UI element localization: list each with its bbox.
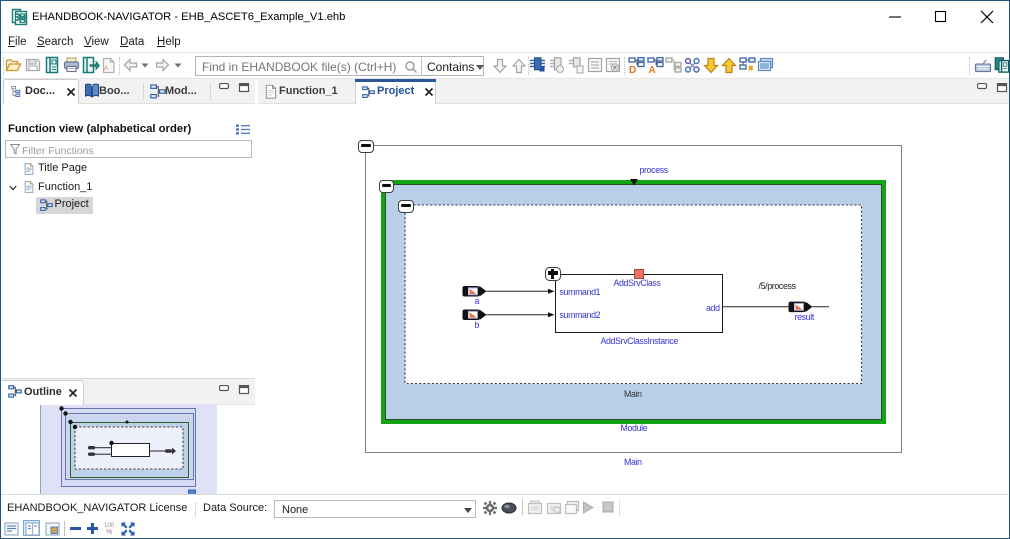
svg-text:A: A [104,66,108,72]
svg-text:D: D [629,65,636,74]
svg-text:%: % [106,529,112,536]
svg-text:A: A [649,65,656,74]
